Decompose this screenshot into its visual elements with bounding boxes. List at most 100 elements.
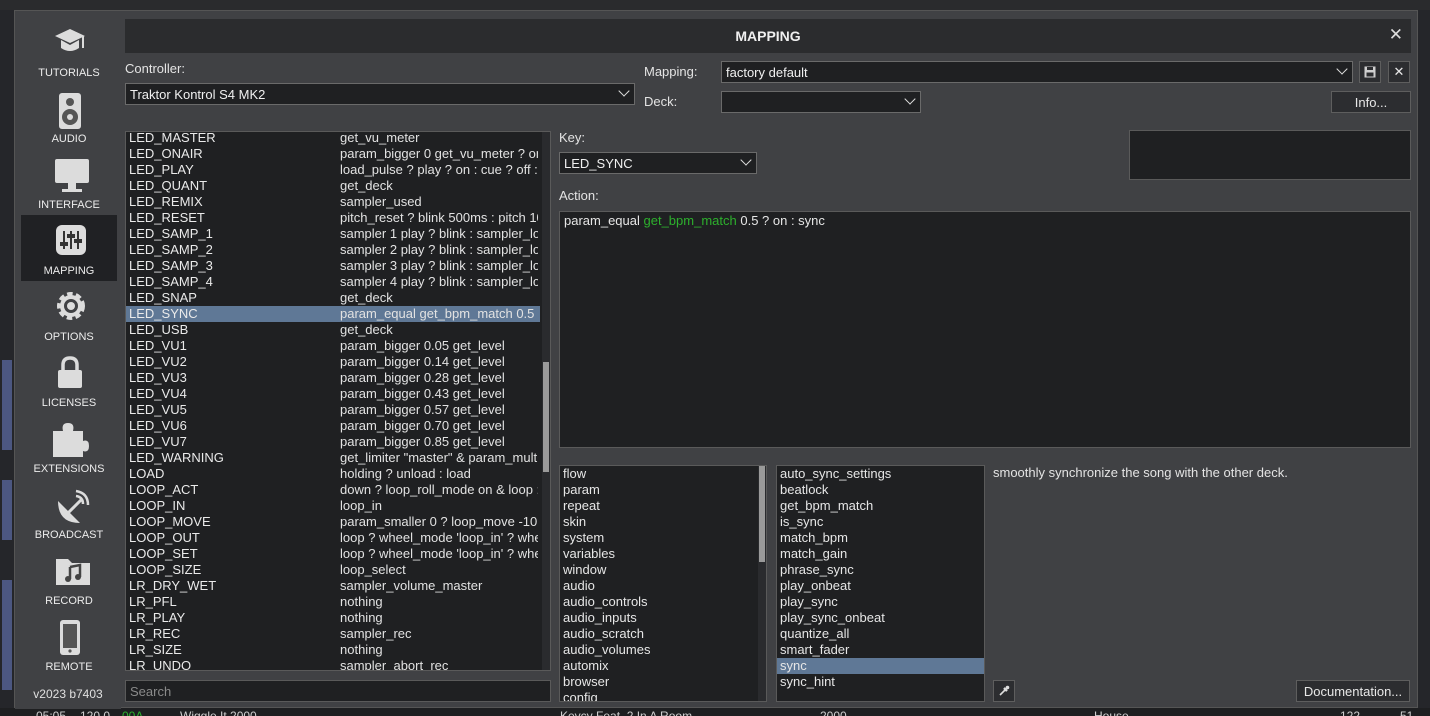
verb-item[interactable]: smart_fader xyxy=(777,642,984,658)
category-item[interactable]: skin xyxy=(560,514,756,530)
category-item[interactable]: audio_controls xyxy=(560,594,756,610)
key-list-row[interactable]: LR_PLAY nothing xyxy=(126,610,540,626)
key-list-row[interactable]: LR_PFL nothing xyxy=(126,594,540,610)
key-comment-box[interactable] xyxy=(1129,130,1411,180)
sidebar-item-tutorials[interactable]: TUTORIALS xyxy=(21,17,117,83)
key-list-row[interactable]: LR_DRY_WET sampler_volume_master xyxy=(126,578,540,594)
key-list-row[interactable]: LED_VU4 param_bigger 0.43 get_level xyxy=(126,386,540,402)
track-bpm-2: 122 xyxy=(1340,709,1361,716)
key-list-row[interactable]: LED_MASTER get_vu_meter xyxy=(126,131,540,146)
key-list-row[interactable]: LR_UNDO sampler_abort_rec xyxy=(126,658,540,670)
key-list-scrollbar[interactable] xyxy=(542,132,550,670)
key-list-row[interactable]: LED_SAMP_1 sampler 1 play ? blink : sampl… xyxy=(126,226,540,242)
key-list-row[interactable]: LOAD holding ? unload : load xyxy=(126,466,540,482)
close-button[interactable]: ✕ xyxy=(1389,25,1403,45)
verb-item[interactable]: get_bpm_match xyxy=(777,498,984,514)
category-item[interactable]: automix xyxy=(560,658,756,674)
verb-item[interactable]: play_onbeat xyxy=(777,578,984,594)
key-list-row[interactable]: LOOP_SIZE loop_select xyxy=(126,562,540,578)
category-item[interactable]: browser xyxy=(560,674,756,690)
verb-item[interactable]: match_gain xyxy=(777,546,984,562)
verb-item[interactable]: beatlock xyxy=(777,482,984,498)
sidebar-item-mapping[interactable]: MAPPING xyxy=(21,215,117,281)
key-list-row[interactable]: LOOP_ACT down ? loop_roll_mode on & loop … xyxy=(126,482,540,498)
category-item[interactable]: audio xyxy=(560,578,756,594)
key-list-row[interactable]: LR_SIZE nothing xyxy=(126,642,540,658)
info-button[interactable]: Info... xyxy=(1331,91,1411,113)
sidebar-item-licenses[interactable]: LICENSES xyxy=(21,347,117,413)
key-list-row[interactable]: LED_SYNC param_equal get_bpm_match 0.5 xyxy=(126,306,540,322)
category-item[interactable]: system xyxy=(560,530,756,546)
key-label: Key: xyxy=(559,130,586,145)
pick-verb-button[interactable] xyxy=(993,680,1015,702)
verb-item[interactable]: play_sync_onbeat xyxy=(777,610,984,626)
key-list-row[interactable]: LED_REMIX sampler_used xyxy=(126,194,540,210)
category-list-scroll-thumb[interactable] xyxy=(759,466,765,562)
category-list-scrollbar[interactable] xyxy=(758,466,766,701)
sidebar-item-audio[interactable]: AUDIO xyxy=(21,83,117,149)
controller-select[interactable]: Traktor Kontrol S4 MK2 xyxy=(125,83,635,105)
key-list-row[interactable]: LED_ONAIR param_bigger 0 get_vu_meter ? o… xyxy=(126,146,540,162)
key-list[interactable]: LED_MASTER get_vu_meter LED_ONAIR param_big… xyxy=(125,131,551,671)
category-list[interactable]: flow param repeat skin system variables window… xyxy=(559,465,767,702)
sidebar-item-options[interactable]: OPTIONS xyxy=(21,281,117,347)
sidebar-item-interface[interactable]: INTERFACE xyxy=(21,149,117,215)
category-item[interactable]: variables xyxy=(560,546,756,562)
verb-item[interactable]: play_sync xyxy=(777,594,984,610)
category-item[interactable]: repeat xyxy=(560,498,756,514)
phone-icon xyxy=(60,620,80,655)
key-list-row[interactable]: LED_VU3 param_bigger 0.28 get_level xyxy=(126,370,540,386)
verb-list[interactable]: auto_sync_settings beatlock get_bpm_match i… xyxy=(776,465,985,702)
key-list-row[interactable]: LED_PLAY load_pulse ? play ? on : cue ? o… xyxy=(126,162,540,178)
sidebar-item-extensions[interactable]: EXTENSIONS xyxy=(21,413,117,479)
verb-item[interactable]: phrase_sync xyxy=(777,562,984,578)
key-list-row[interactable]: LED_SNAP get_deck xyxy=(126,290,540,306)
key-select[interactable]: LED_SYNC xyxy=(559,152,757,174)
key-list-scroll-thumb[interactable] xyxy=(543,362,549,472)
track-year: 2000 xyxy=(820,709,847,716)
documentation-button[interactable]: Documentation... xyxy=(1296,680,1410,702)
sidebar-item-remote[interactable]: REMOTE xyxy=(21,611,117,677)
key-list-row[interactable]: LED_VU1 param_bigger 0.05 get_level xyxy=(126,338,540,354)
category-item[interactable]: window xyxy=(560,562,756,578)
verb-item[interactable]: match_bpm xyxy=(777,530,984,546)
sidebar-item-broadcast[interactable]: BROADCAST xyxy=(21,479,117,545)
speaker-icon xyxy=(59,93,81,129)
save-mapping-button[interactable] xyxy=(1359,61,1381,83)
key-list-row[interactable]: LOOP_MOVE param_smaller 0 ? loop_move -10 xyxy=(126,514,540,530)
category-item[interactable]: flow xyxy=(560,466,756,482)
key-list-row[interactable]: LED_SAMP_2 sampler 2 play ? blink : sampl… xyxy=(126,242,540,258)
category-item[interactable]: audio_scratch xyxy=(560,626,756,642)
category-item[interactable]: audio_volumes xyxy=(560,642,756,658)
search-input[interactable]: Search xyxy=(125,680,551,702)
verb-item[interactable]: sync_hint xyxy=(777,674,984,690)
key-list-row[interactable]: LED_SAMP_4 sampler 4 play ? blink : sampl… xyxy=(126,274,540,290)
deck-select[interactable] xyxy=(721,91,921,113)
key-list-row[interactable]: LED_USB get_deck xyxy=(126,322,540,338)
key-list-row[interactable]: LOOP_OUT loop ? wheel_mode 'loop_in' ? wh… xyxy=(126,530,540,546)
mapping-select[interactable]: factory default xyxy=(721,61,1353,83)
key-list-row[interactable]: LED_RESET pitch_reset ? blink 500ms : pit… xyxy=(126,210,540,226)
action-editor[interactable]: param_equal get_bpm_match 0.5 ? on : syn… xyxy=(559,211,1411,448)
key-name: LED_MASTER xyxy=(129,131,216,145)
key-list-row[interactable]: LED_VU2 param_bigger 0.14 get_level xyxy=(126,354,540,370)
key-list-row[interactable]: LOOP_SET loop ? wheel_mode 'loop_in' ? wh… xyxy=(126,546,540,562)
verb-item[interactable]: auto_sync_settings xyxy=(777,466,984,482)
key-list-row[interactable]: LED_WARNING get_limiter "master" & param_… xyxy=(126,450,540,466)
key-list-row[interactable]: LR_REC sampler_rec xyxy=(126,626,540,642)
key-name: LED_SAMP_2 xyxy=(129,242,213,257)
sidebar-item-record[interactable]: RECORD xyxy=(21,545,117,611)
key-list-row[interactable]: LOOP_IN loop_in xyxy=(126,498,540,514)
delete-mapping-button[interactable]: ✕ xyxy=(1388,61,1410,83)
verb-item[interactable]: is_sync xyxy=(777,514,984,530)
verb-item[interactable]: quantize_all xyxy=(777,626,984,642)
key-list-row[interactable]: LED_VU6 param_bigger 0.70 get_level xyxy=(126,418,540,434)
key-list-row[interactable]: LED_VU7 param_bigger 0.85 get_level xyxy=(126,434,540,450)
category-item[interactable]: audio_inputs xyxy=(560,610,756,626)
verb-item[interactable]: sync xyxy=(777,658,984,674)
key-list-row[interactable]: LED_VU5 param_bigger 0.57 get_level xyxy=(126,402,540,418)
key-list-row[interactable]: LED_QUANT get_deck xyxy=(126,178,540,194)
category-item[interactable]: config xyxy=(560,690,756,701)
key-list-row[interactable]: LED_SAMP_3 sampler 3 play ? blink : sampl… xyxy=(126,258,540,274)
category-item[interactable]: param xyxy=(560,482,756,498)
